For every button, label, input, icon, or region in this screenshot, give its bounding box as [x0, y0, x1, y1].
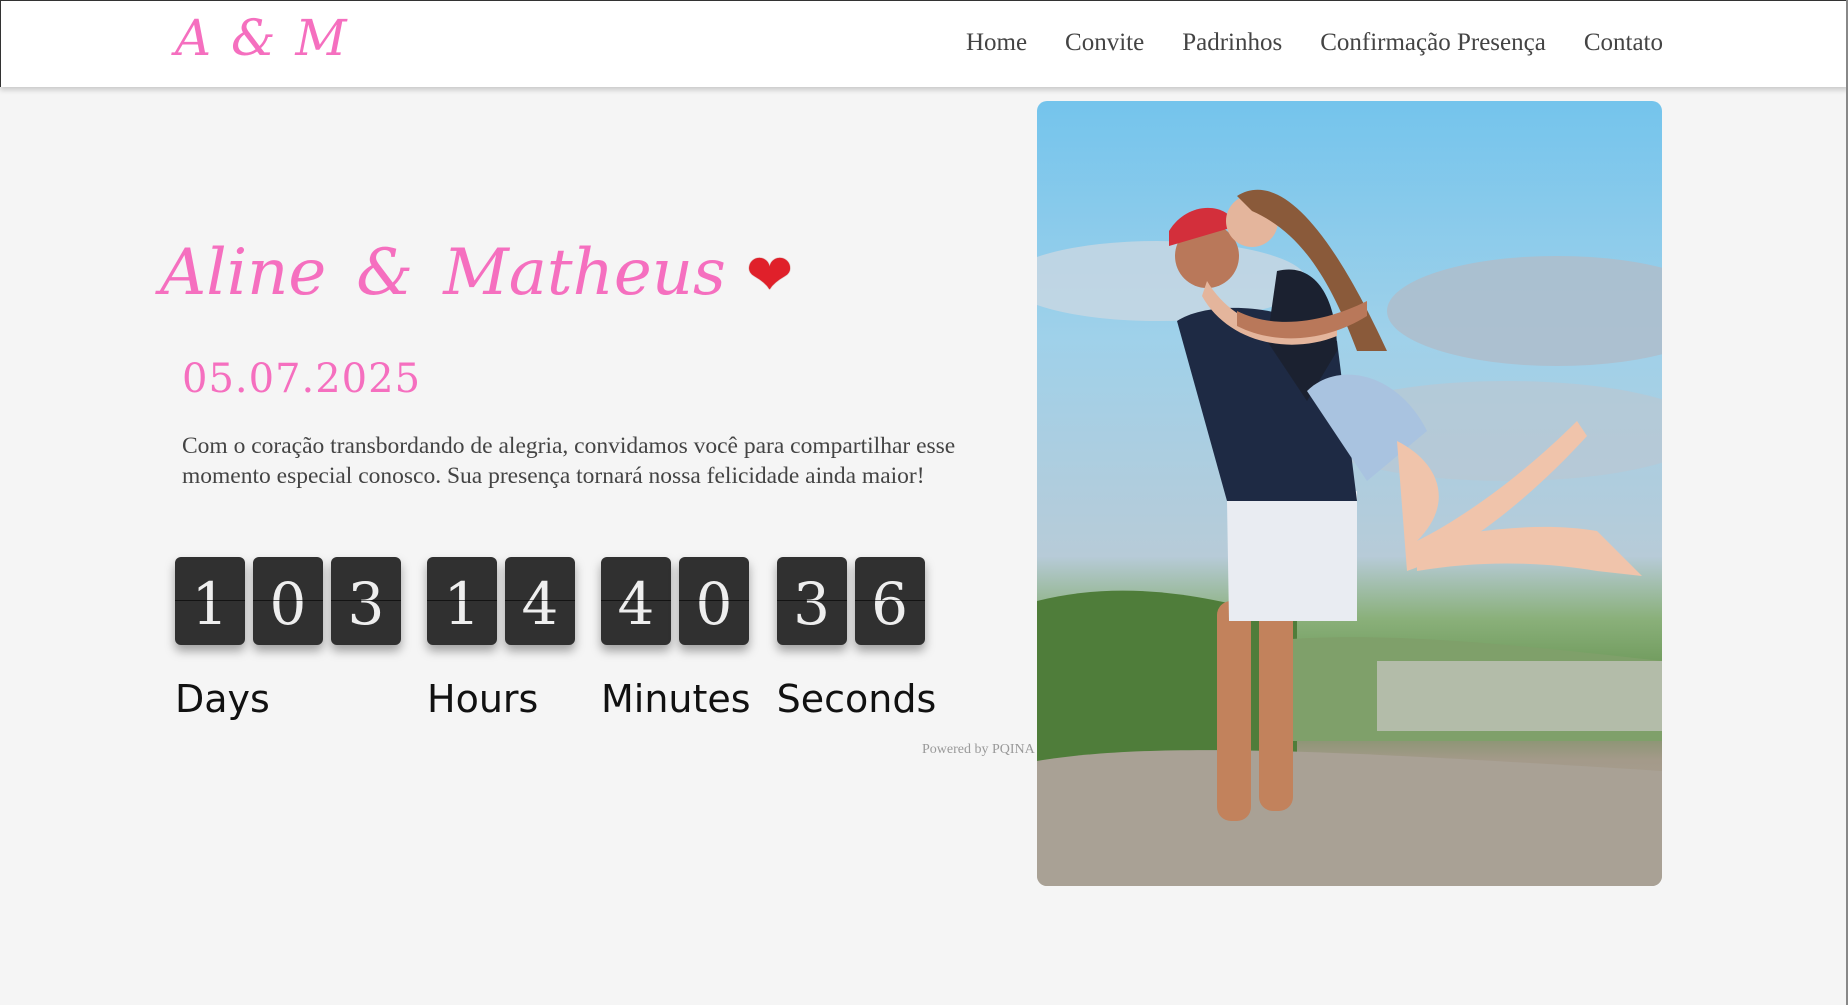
powered-by-credit[interactable]: Powered by PQINA [922, 742, 1035, 758]
flip-digit: 6 [854, 557, 925, 645]
top-navbar: A & M Home Convite Padrinhos Confirmação… [0, 0, 1848, 87]
countdown-minutes: 4 0 Minutes [601, 557, 751, 721]
hours-label: Hours [427, 677, 539, 721]
countdown-seconds: 3 6 Seconds [776, 557, 937, 721]
flip-digit: 0 [679, 557, 749, 645]
days-label: Days [175, 677, 270, 721]
minutes-label: Minutes [601, 677, 751, 721]
nav-home-link[interactable]: Home [966, 29, 1027, 57]
couple-photo [1037, 101, 1662, 886]
ampersand: & [356, 236, 414, 310]
nav-convite-link[interactable]: Convite [1065, 29, 1144, 57]
wedding-date: 05.07.2025 [182, 356, 422, 402]
invitation-text: Com o coração transbordando de alegria, … [182, 433, 956, 489]
main-nav: Home Convite Padrinhos Confirmação Prese… [966, 29, 1663, 57]
flip-digit: 1 [427, 557, 497, 645]
flip-digit: 0 [253, 557, 323, 645]
nav-padrinhos-link[interactable]: Padrinhos [1182, 29, 1282, 57]
flip-digit: 3 [776, 557, 847, 645]
brand-logo[interactable]: A & M [175, 9, 349, 67]
nav-confirmacao-link[interactable]: Confirmação Presença [1320, 29, 1546, 57]
nav-contato-link[interactable]: Contato [1584, 29, 1663, 57]
flip-digit: 3 [331, 557, 401, 645]
couple-names-title: Aline & Matheus ❤ [160, 236, 793, 310]
countdown-hours: 1 4 Hours [427, 557, 575, 721]
bride-name: Aline [160, 236, 327, 310]
heart-icon: ❤ [746, 243, 794, 308]
flip-digit: 4 [601, 557, 671, 645]
countdown-days: 1 0 3 Days [175, 557, 401, 721]
flip-digit: 4 [505, 557, 575, 645]
countdown-timer: 1 0 3 Days 1 4 Hours 4 0 Minutes 3 6 Sec… [175, 557, 936, 721]
seconds-label: Seconds [776, 677, 937, 721]
flip-digit: 1 [175, 557, 245, 645]
groom-name: Matheus [443, 236, 726, 310]
